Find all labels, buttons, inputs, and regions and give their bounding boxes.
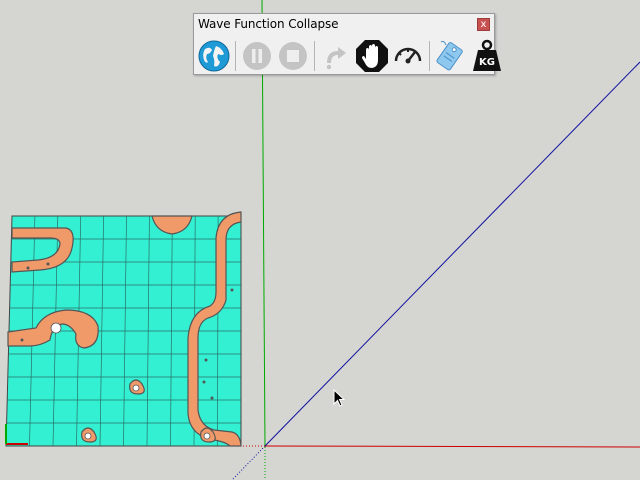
- redo-button[interactable]: [318, 38, 354, 74]
- weight-button[interactable]: KG: [469, 38, 505, 74]
- stop-button[interactable]: [275, 38, 311, 74]
- toolbar-separator: [314, 41, 315, 71]
- red-axis: [264, 445, 640, 448]
- pause-button[interactable]: [239, 38, 275, 74]
- toolbar-buttons: KG: [196, 38, 505, 74]
- toolbar-separator: [235, 41, 236, 71]
- stop-hand-button[interactable]: [354, 38, 390, 74]
- close-button[interactable]: x: [477, 18, 490, 31]
- globe-icon: [198, 40, 230, 72]
- mouse-cursor-icon: [333, 389, 346, 407]
- toolbar-title: Wave Function Collapse: [198, 17, 339, 31]
- redo-icon: [326, 47, 346, 70]
- speed-button[interactable]: [390, 38, 426, 74]
- blue-axis: [264, 61, 640, 447]
- weight-label: KG: [479, 57, 495, 68]
- globe-button[interactable]: [196, 38, 232, 74]
- pause-icon: [243, 42, 271, 70]
- speedometer-icon: [394, 47, 422, 64]
- tags-button[interactable]: [433, 38, 469, 74]
- stop-icon: [279, 42, 307, 70]
- blue-axis-dotted: [231, 445, 266, 480]
- hand-stop-icon: [356, 40, 388, 72]
- wfc-toolbar-window[interactable]: Wave Function Collapse x KG: [193, 13, 501, 75]
- weight-icon: KG: [473, 39, 501, 71]
- tile-grid-model[interactable]: [5, 211, 242, 447]
- toolbar-separator: [429, 41, 430, 71]
- tag-icon: [436, 40, 463, 71]
